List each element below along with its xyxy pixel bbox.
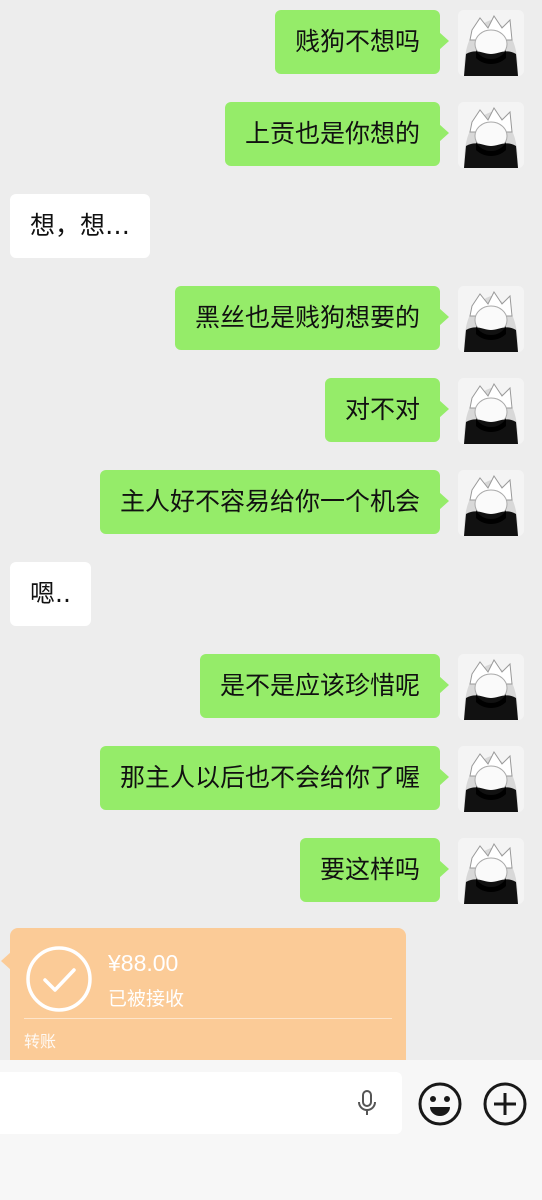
input-bar [0, 1060, 542, 1200]
user-avatar[interactable] [458, 10, 524, 76]
user-avatar[interactable] [458, 838, 524, 904]
check-circle-icon [26, 946, 92, 1012]
user-avatar[interactable] [458, 286, 524, 352]
transfer-status: 已被接收 [108, 988, 185, 1010]
message-bubble[interactable]: 是不是应该珍惜呢 [199, 654, 450, 718]
transfer-divider [24, 1018, 392, 1019]
emoji-icon[interactable] [416, 1080, 464, 1128]
user-avatar[interactable] [458, 746, 524, 812]
avatar-art [458, 10, 524, 76]
message-bubble[interactable]: 对不对 [324, 378, 450, 442]
microphone-icon[interactable] [352, 1088, 382, 1118]
message-bubble[interactable]: 贱狗不想吗 [274, 10, 450, 74]
avatar-art [458, 470, 524, 536]
avatar-art [458, 286, 524, 352]
message-bubble[interactable]: 嗯.. [10, 562, 91, 626]
user-avatar[interactable] [458, 102, 524, 168]
avatar-art [458, 654, 524, 720]
transfer-amount: ¥88.00 [108, 950, 179, 976]
transfer-label: 转账 [24, 1032, 57, 1051]
message-input[interactable] [0, 1072, 402, 1134]
avatar-art [458, 102, 524, 168]
avatar-art [458, 746, 524, 812]
message-bubble[interactable]: 上贡也是你想的 [224, 102, 450, 166]
avatar-art [458, 378, 524, 444]
user-avatar[interactable] [458, 654, 524, 720]
user-avatar[interactable] [458, 378, 524, 444]
message-bubble[interactable]: 那主人以后也不会给你了喔 [99, 746, 450, 810]
user-avatar[interactable] [458, 470, 524, 536]
message-bubble[interactable]: 想，想… [10, 194, 151, 258]
chat-area[interactable]: 贱狗不想吗 上贡也是你想的 想，想… 黑丝也是贱狗想要的 对不对 主人好不容易给… [0, 0, 542, 1060]
avatar-art [458, 838, 524, 904]
message-bubble[interactable]: 主人好不容易给你一个机会 [99, 470, 450, 534]
message-bubble[interactable]: 要这样吗 [299, 838, 450, 902]
plus-icon[interactable] [481, 1080, 529, 1128]
message-bubble[interactable]: 黑丝也是贱狗想要的 [174, 286, 450, 350]
transfer-card[interactable]: ¥88.00 已被接收 转账 [1, 928, 406, 1060]
